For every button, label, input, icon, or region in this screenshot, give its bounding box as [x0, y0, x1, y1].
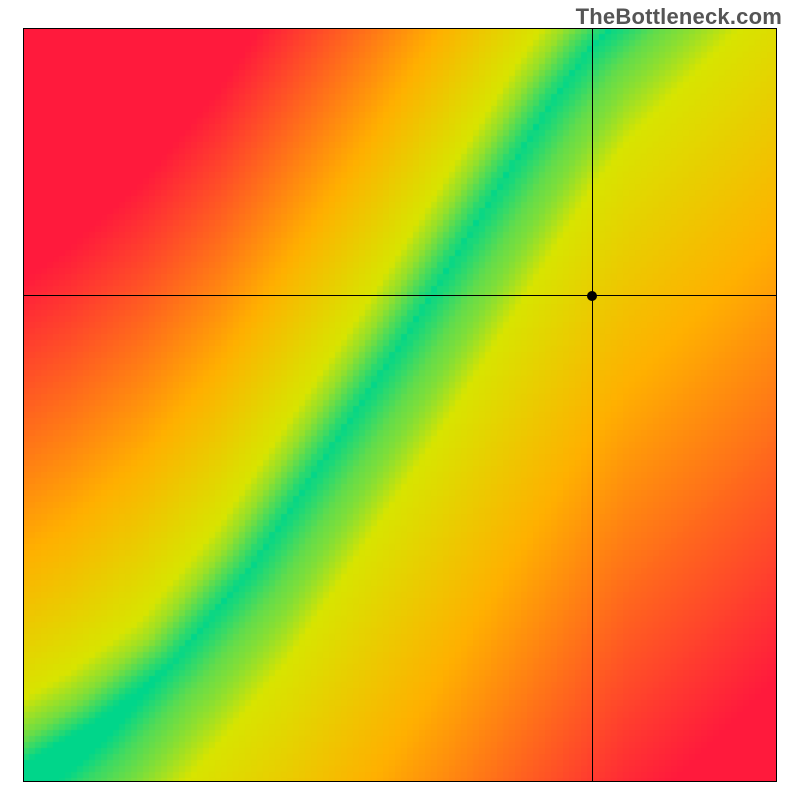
- watermark-label: TheBottleneck.com: [576, 4, 782, 30]
- chart-frame: TheBottleneck.com: [0, 0, 800, 800]
- heatmap-canvas: [23, 28, 777, 782]
